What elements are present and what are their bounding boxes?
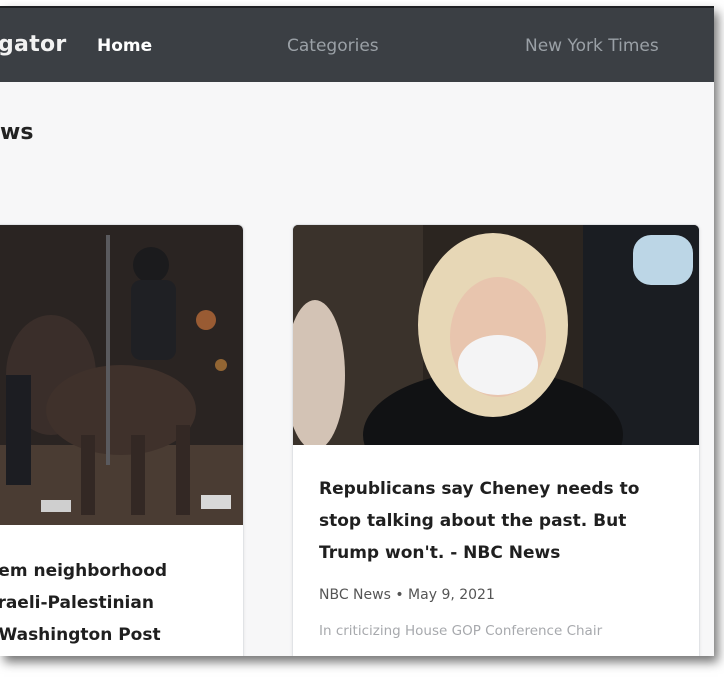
news-title[interactable]: alem neighborhood Israeli-Palestinian e … bbox=[0, 555, 243, 651]
navbar: gator Home Categories New York Times bbox=[0, 6, 714, 82]
browser-frame: gator Home Categories New York Times ws … bbox=[0, 6, 714, 656]
news-image bbox=[293, 225, 699, 445]
news-title[interactable]: Republicans say Cheney needs to stop tal… bbox=[319, 473, 689, 569]
nav-new-york-times[interactable]: New York Times bbox=[525, 36, 659, 56]
nav-home[interactable]: Home bbox=[97, 36, 152, 56]
news-card[interactable]: Republicans say Cheney needs to stop tal… bbox=[292, 224, 700, 656]
news-image bbox=[0, 225, 243, 525]
news-snippet: In criticizing House GOP Conference Chai… bbox=[319, 623, 603, 639]
news-card[interactable]: alem neighborhood Israeli-Palestinian e … bbox=[0, 224, 244, 656]
section-title: ws bbox=[0, 120, 34, 145]
news-meta: NBC News • May 9, 2021 bbox=[319, 587, 495, 603]
nav-categories[interactable]: Categories bbox=[287, 36, 379, 56]
brand-logo[interactable]: gator bbox=[0, 32, 67, 57]
